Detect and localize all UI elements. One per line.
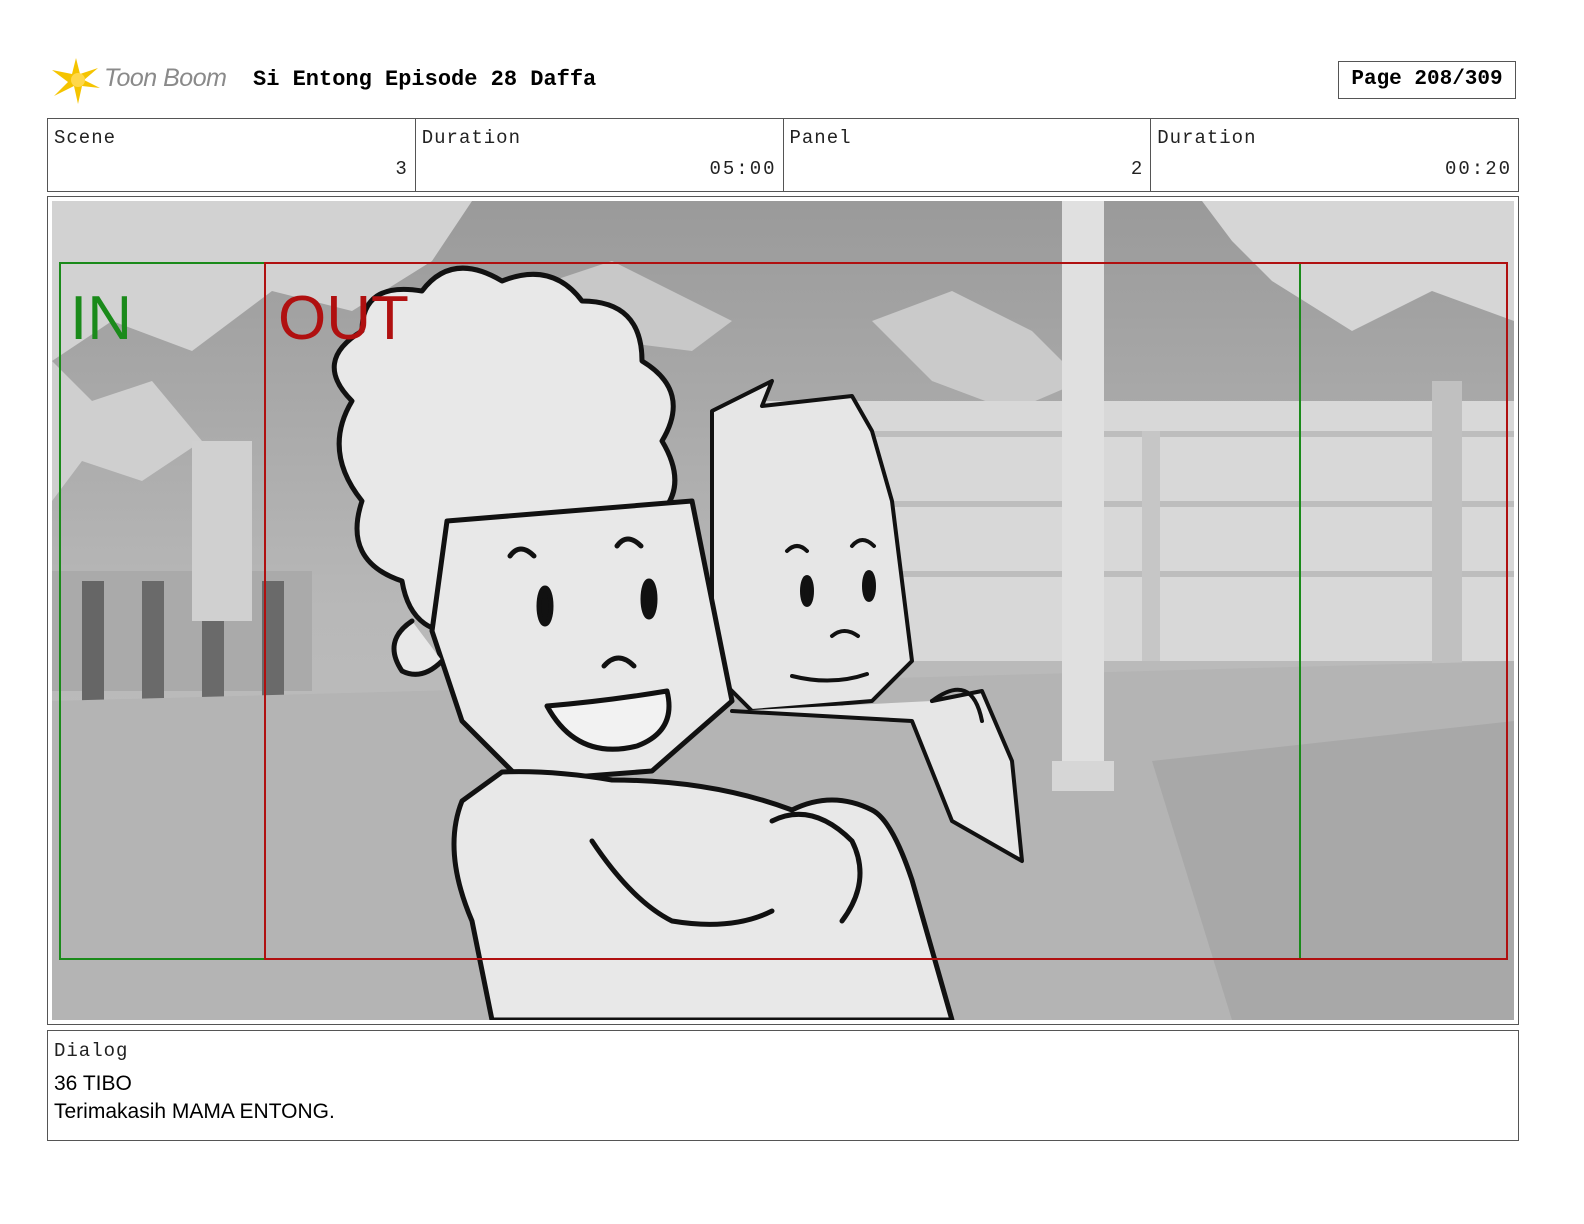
logo-wordmark: Toon Boom bbox=[104, 64, 227, 92]
dialog-box: Dialog 36 TIBO Terimakasih MAMA ENTONG. bbox=[47, 1030, 1519, 1141]
panel-duration-value: 00:20 bbox=[1444, 158, 1512, 180]
panel-duration-label: Duration bbox=[1157, 127, 1257, 149]
scene-cell: Scene 3 bbox=[48, 119, 416, 191]
page-number: Page 208/309 bbox=[1338, 61, 1516, 99]
panel-value: 2 bbox=[1130, 158, 1145, 180]
document-title: Si Entong Episode 28 Daffa bbox=[253, 67, 597, 92]
scene-value: 3 bbox=[395, 158, 409, 180]
out-label: OUT bbox=[278, 284, 409, 353]
in-label: IN bbox=[70, 284, 132, 353]
toon-boom-logo: Toon Boom bbox=[50, 54, 240, 106]
scene-duration-label: Duration bbox=[421, 127, 521, 149]
scene-label: Scene bbox=[54, 127, 117, 149]
dialog-speaker: 36 TIBO bbox=[54, 1072, 132, 1095]
storyboard-panel-image: IN OUT bbox=[52, 201, 1514, 1020]
dialog-text: Terimakasih MAMA ENTONG. bbox=[54, 1100, 335, 1123]
panel-label: Panel bbox=[789, 127, 852, 149]
dialog-label: Dialog bbox=[54, 1040, 129, 1062]
burst-icon bbox=[52, 58, 100, 104]
panel-cell: Panel 2 bbox=[784, 119, 1152, 191]
scene-duration-value: 05:00 bbox=[709, 158, 777, 180]
scene-duration-cell: Duration 05:00 bbox=[416, 119, 784, 191]
scene-info-table: Scene 3 Duration 05:00 Panel 2 Duration … bbox=[47, 118, 1519, 192]
panel-duration-cell: Duration 00:20 bbox=[1151, 119, 1518, 191]
